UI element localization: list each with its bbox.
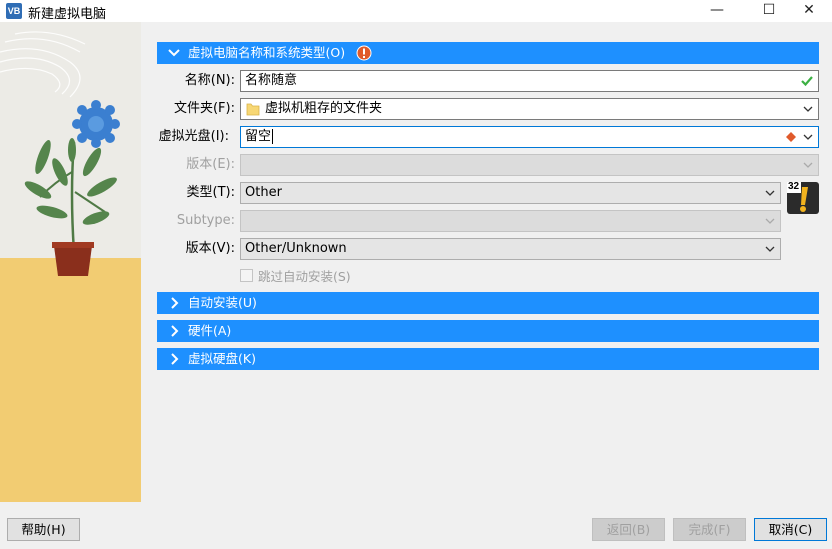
- subtype-combobox: [240, 210, 781, 232]
- chevron-down-icon: [765, 218, 775, 224]
- subtype-label: Subtype:: [176, 213, 235, 228]
- version-value: Other/Unknown: [245, 241, 347, 256]
- version-combobox[interactable]: Other/Unknown: [240, 238, 781, 260]
- chevron-right-icon: [171, 353, 179, 365]
- chevron-down-icon: [168, 49, 180, 57]
- os-bitness-badge: 32: [788, 181, 800, 192]
- window-title: 新建虚拟电脑: [28, 7, 107, 22]
- chevron-down-icon: [765, 190, 775, 196]
- os-type-icon: 32: [786, 181, 820, 215]
- valid-check-icon: [801, 76, 813, 87]
- section-unattended-header[interactable]: 自动安装(U): [157, 292, 819, 314]
- edition-label: 版本(E):: [186, 157, 235, 172]
- section-unattended-label: 自动安装(U): [188, 295, 257, 310]
- minimize-button[interactable]: —: [694, 0, 740, 22]
- finish-button[interactable]: 完成(F): [673, 518, 746, 541]
- type-label: 类型(T):: [186, 185, 235, 200]
- text-caret: [272, 129, 274, 144]
- folder-combobox[interactable]: 虚拟机粗存的文件夹: [240, 98, 819, 120]
- folder-icon: [246, 103, 260, 116]
- type-value: Other: [245, 185, 282, 200]
- warning-icon: [356, 45, 372, 61]
- error-diamond-icon: [786, 132, 796, 142]
- chevron-right-icon: [171, 297, 179, 309]
- iso-value: 留空: [245, 129, 272, 144]
- chevron-down-icon: [803, 106, 813, 112]
- name-value: 名称随意: [245, 73, 298, 88]
- chevron-down-icon: [803, 162, 813, 168]
- chevron-right-icon: [171, 325, 179, 337]
- chevron-down-icon: [765, 246, 775, 252]
- section-hard-disk-header[interactable]: 虚拟硬盘(K): [157, 348, 819, 370]
- section-hardware-header[interactable]: 硬件(A): [157, 320, 819, 342]
- flower-pot-illustration: [0, 22, 141, 502]
- skip-unattended-checkbox: [240, 269, 253, 282]
- section-name-os-label: 虚拟电脑名称和系统类型(O): [188, 45, 346, 60]
- iso-label: 虚拟光盘(I):: [158, 129, 229, 144]
- cancel-button[interactable]: 取消(C): [754, 518, 827, 541]
- title-bar: VB 新建虚拟电脑 — ☐ ✕: [0, 0, 832, 22]
- name-label: 名称(N):: [184, 73, 235, 88]
- section-hardware-label: 硬件(A): [188, 323, 232, 338]
- folder-value: 虚拟机粗存的文件夹: [265, 101, 383, 116]
- chevron-down-icon: [803, 134, 813, 140]
- virtualbox-app-icon: VB: [6, 3, 22, 19]
- section-name-os-header[interactable]: 虚拟电脑名称和系统类型(O): [157, 42, 819, 64]
- help-button[interactable]: 帮助(H): [7, 518, 80, 541]
- skip-unattended-label: 跳过自动安装(S): [258, 269, 351, 284]
- version-label: 版本(V):: [185, 241, 235, 256]
- iso-combobox[interactable]: 留空: [240, 126, 819, 148]
- close-button[interactable]: ✕: [786, 0, 832, 22]
- name-input[interactable]: 名称随意: [240, 70, 819, 92]
- section-hard-disk-label: 虚拟硬盘(K): [188, 351, 256, 366]
- wizard-illustration: [0, 22, 141, 502]
- edition-combobox: [240, 154, 819, 176]
- type-combobox[interactable]: Other: [240, 182, 781, 204]
- back-button[interactable]: 返回(B): [592, 518, 665, 541]
- folder-label: 文件夹(F):: [173, 101, 235, 116]
